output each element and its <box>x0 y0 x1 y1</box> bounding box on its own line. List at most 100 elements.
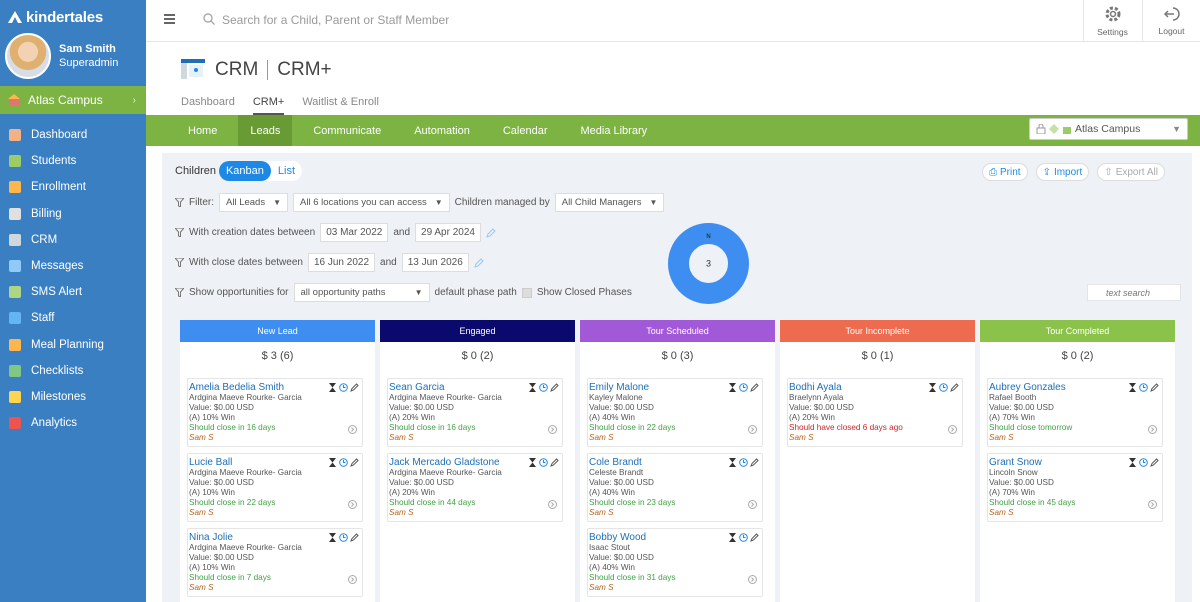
pencil-icon[interactable] <box>750 533 759 542</box>
user-profile[interactable]: Sam Smith Superadmin <box>0 26 146 86</box>
clock-icon[interactable] <box>539 383 548 392</box>
list-toggle[interactable]: List <box>271 161 302 181</box>
pencil-icon[interactable] <box>1150 383 1159 392</box>
paths-select[interactable]: all opportunity paths ▼ <box>293 283 430 302</box>
campus-switcher[interactable]: Atlas Campus › <box>0 86 146 114</box>
clock-icon[interactable] <box>739 458 748 467</box>
locations-select[interactable]: All 6 locations you can access ▼ <box>293 193 450 212</box>
sidebar-item-enrollment[interactable]: Enrollment <box>0 174 146 200</box>
hourglass-icon[interactable] <box>728 533 737 542</box>
hourglass-icon[interactable] <box>528 383 537 392</box>
menu-icon[interactable] <box>164 14 175 24</box>
close-to-date[interactable]: 13 Jun 2026 <box>401 253 469 272</box>
arrow-circle-icon[interactable] <box>1148 425 1157 434</box>
lead-card[interactable]: Lucie Ball Ardgina Maeve Rourke- Garcia Va… <box>187 453 363 522</box>
clock-icon[interactable] <box>739 383 748 392</box>
lead-card[interactable]: Aubrey Gonzales Rafael Booth Value: $0.00 … <box>987 378 1163 447</box>
arrow-circle-icon[interactable] <box>748 500 757 509</box>
pencil-icon[interactable] <box>473 257 484 268</box>
sidebar-item-meal-planning[interactable]: Meal Planning <box>0 332 146 358</box>
brand-logo[interactable]: kindertales <box>0 0 146 26</box>
lead-card[interactable]: Bobby Wood Isaac Stout Value: $0.00 USD (A)… <box>587 528 763 597</box>
leads-select[interactable]: All Leads ▼ <box>219 193 289 212</box>
clock-icon[interactable] <box>339 383 348 392</box>
clock-icon[interactable] <box>539 458 548 467</box>
sidebar-item-analytics[interactable]: Analytics <box>0 410 146 436</box>
tab-waitlist-enroll[interactable]: Waitlist & Enroll <box>302 96 379 115</box>
pencil-icon[interactable] <box>350 458 359 467</box>
sidebar-item-dashboard[interactable]: Dashboard <box>0 122 146 148</box>
arrow-circle-icon[interactable] <box>948 425 957 434</box>
hourglass-icon[interactable] <box>928 383 937 392</box>
arrow-circle-icon[interactable] <box>748 575 757 584</box>
hourglass-icon[interactable] <box>528 458 537 467</box>
print-button[interactable]: ⎙ Print <box>982 163 1028 181</box>
sidebar-item-sms-alert[interactable]: SMS Alert <box>0 279 146 305</box>
kanban-toggle[interactable]: Kanban <box>218 161 271 181</box>
pencil-icon[interactable] <box>350 533 359 542</box>
menu-media-library[interactable]: Media Library <box>568 115 659 146</box>
arrow-circle-icon[interactable] <box>1148 500 1157 509</box>
sidebar-item-students[interactable]: Students <box>0 148 146 174</box>
search-input[interactable] <box>222 10 822 30</box>
menu-automation[interactable]: Automation <box>402 115 482 146</box>
menu-calendar[interactable]: Calendar <box>491 115 560 146</box>
clock-icon[interactable] <box>939 383 948 392</box>
pencil-icon[interactable] <box>350 383 359 392</box>
sidebar-item-billing[interactable]: Billing <box>0 201 146 227</box>
menu-home[interactable]: Home <box>176 115 229 146</box>
close-from-date[interactable]: 16 Jun 2022 <box>307 253 376 272</box>
arrow-circle-icon[interactable] <box>748 425 757 434</box>
logout-button[interactable]: Logout <box>1142 0 1200 41</box>
lead-card[interactable]: Cole Brandt Celeste Brandt Value: $0.00 US… <box>587 453 763 522</box>
clock-icon[interactable] <box>739 533 748 542</box>
pencil-icon[interactable] <box>950 383 959 392</box>
hourglass-icon[interactable] <box>328 383 337 392</box>
pencil-icon[interactable] <box>1150 458 1159 467</box>
tab-dashboard[interactable]: Dashboard <box>181 96 235 115</box>
arrow-circle-icon[interactable] <box>348 500 357 509</box>
tab-crm-plus[interactable]: CRM+ <box>252 96 285 115</box>
pencil-icon[interactable] <box>750 458 759 467</box>
text-search-input[interactable] <box>1087 284 1181 301</box>
arrow-circle-icon[interactable] <box>348 575 357 584</box>
settings-button[interactable]: Settings <box>1083 0 1141 41</box>
clock-icon[interactable] <box>339 458 348 467</box>
show-closed-checkbox[interactable] <box>521 287 532 298</box>
sidebar-item-staff[interactable]: Staff <box>0 305 146 331</box>
hourglass-icon[interactable] <box>1128 458 1137 467</box>
sidebar-item-crm[interactable]: CRM <box>0 227 146 253</box>
clock-icon[interactable] <box>339 533 348 542</box>
lead-card[interactable]: Bodhi Ayala Braelynn Ayala Value: $0.00 US… <box>787 378 963 447</box>
hourglass-icon[interactable] <box>1128 383 1137 392</box>
lead-card[interactable]: Sean Garcia Ardgina Maeve Rourke- Garcia V… <box>387 378 563 447</box>
sidebar-item-checklists[interactable]: Checklists <box>0 358 146 384</box>
lead-card[interactable]: Jack Mercado Gladstone Ardgina Maeve Rour… <box>387 453 563 522</box>
pencil-icon[interactable] <box>486 227 496 238</box>
pencil-icon[interactable] <box>550 458 559 467</box>
menu-leads[interactable]: Leads <box>238 115 293 146</box>
hourglass-icon[interactable] <box>328 533 337 542</box>
pencil-icon[interactable] <box>550 383 559 392</box>
creation-from-date[interactable]: 03 Mar 2022 <box>320 223 389 242</box>
arrow-circle-icon[interactable] <box>548 500 557 509</box>
menu-communicate[interactable]: Communicate <box>301 115 393 146</box>
hourglass-icon[interactable] <box>728 458 737 467</box>
arrow-circle-icon[interactable] <box>548 425 557 434</box>
arrow-circle-icon[interactable] <box>348 425 357 434</box>
managers-select[interactable]: All Child Managers ▼ <box>554 193 665 212</box>
campus-select[interactable]: Atlas Campus ▼ <box>1029 118 1188 140</box>
clock-icon[interactable] <box>1139 458 1148 467</box>
sidebar-item-milestones[interactable]: Milestones <box>0 384 146 410</box>
export-all-button[interactable]: ⇧ Export All <box>1097 163 1165 181</box>
sidebar-item-messages[interactable]: Messages <box>0 253 146 279</box>
import-button[interactable]: ⇪ Import <box>1035 163 1090 181</box>
hourglass-icon[interactable] <box>728 383 737 392</box>
hourglass-icon[interactable] <box>328 458 337 467</box>
lead-card[interactable]: Amelia Bedelia Smith Ardgina Maeve Rourke… <box>187 378 363 447</box>
lead-card[interactable]: Grant Snow Lincoln Snow Value: $0.00 USD (A… <box>987 453 1163 522</box>
pencil-icon[interactable] <box>750 383 759 392</box>
creation-to-date[interactable]: 29 Apr 2024 <box>415 223 481 242</box>
lead-card[interactable]: Nina Jolie Ardgina Maeve Rourke- Garcia Va… <box>187 528 363 597</box>
lead-card[interactable]: Emily Malone Kayley Malone Value: $0.00 US… <box>587 378 763 447</box>
